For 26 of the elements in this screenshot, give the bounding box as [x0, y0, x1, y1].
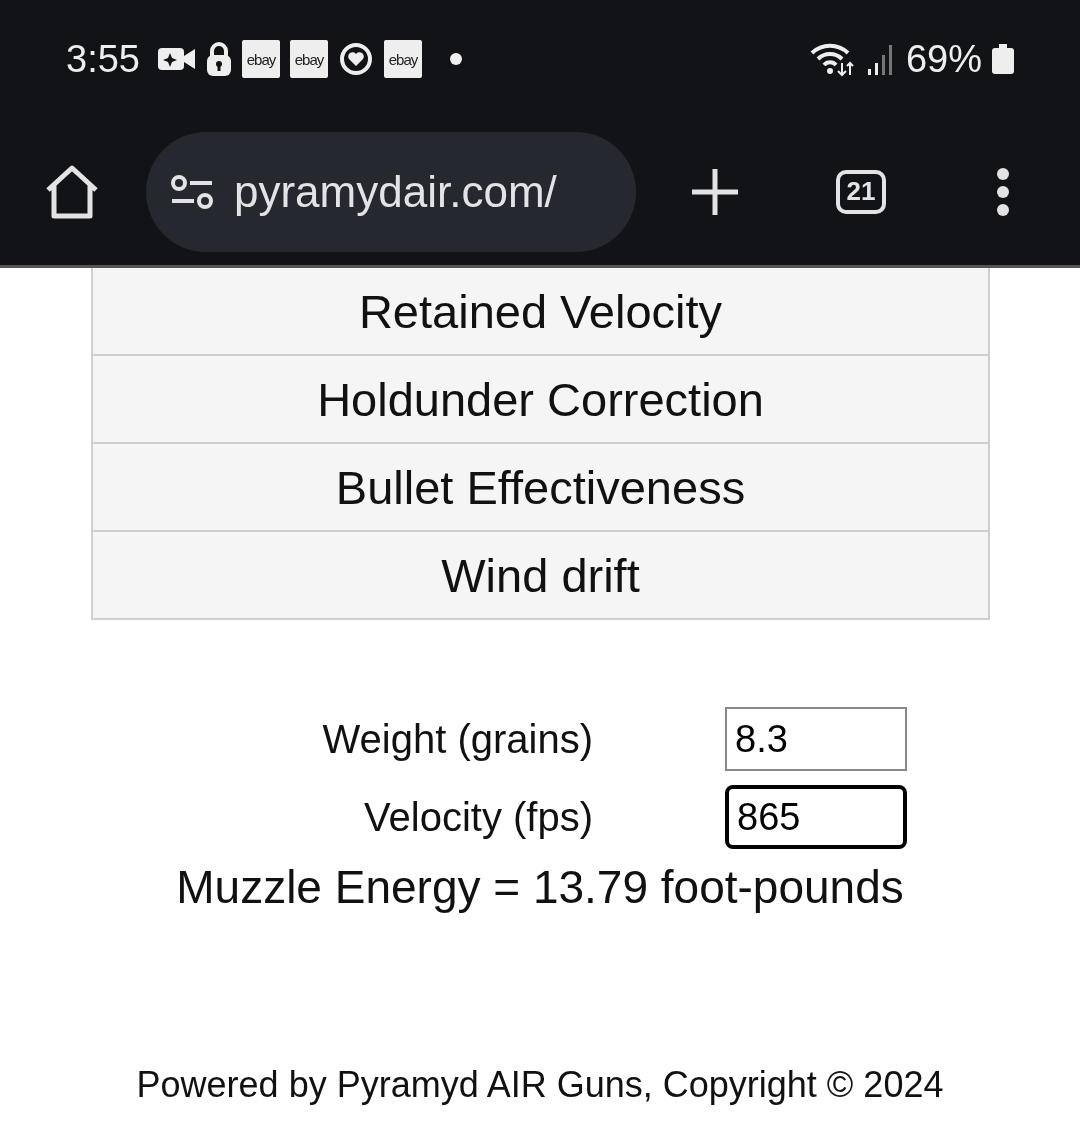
input-field[interactable]: 8.3: [725, 707, 907, 771]
heart-ring-icon: [337, 41, 374, 77]
wifi-icon: [809, 41, 856, 77]
address-bar[interactable]: pyramydair.com/: [146, 131, 636, 252]
battery-percentage: 69%: [905, 37, 982, 81]
input-field[interactable]: 865: [725, 785, 907, 849]
more-menu-icon[interactable]: [996, 166, 1010, 217]
tab-count-button[interactable]: 21: [836, 169, 886, 214]
plus-icon[interactable]: [690, 166, 740, 217]
app-notification-icon: ebay: [383, 40, 422, 78]
field-label: Velocity (fps): [363, 794, 593, 840]
home-icon[interactable]: [44, 163, 100, 220]
dot-icon: [449, 53, 462, 65]
menu-item[interactable]: Holdunder Correction: [91, 356, 990, 444]
menu-item[interactable]: Bullet Effectiveness: [91, 444, 990, 532]
result-text: Muzzle Energy = 13.79 foot-pounds: [176, 860, 904, 914]
status-time: 3:55: [66, 37, 140, 81]
footer-text: Powered by Pyramyd AIR Guns, Copyright © 2024: [135, 1064, 945, 1106]
field-label: Weight (grains): [321, 716, 593, 762]
menu-item[interactable]: Wind drift: [91, 532, 990, 620]
app-notification-icon: ebay: [289, 40, 328, 78]
app-notification-icon: ebay: [241, 40, 280, 78]
site-settings-icon[interactable]: [170, 173, 214, 210]
padlock-icon: [205, 41, 232, 77]
menu-item[interactable]: Retained Velocity: [91, 268, 990, 356]
battery-icon: [992, 44, 1014, 74]
